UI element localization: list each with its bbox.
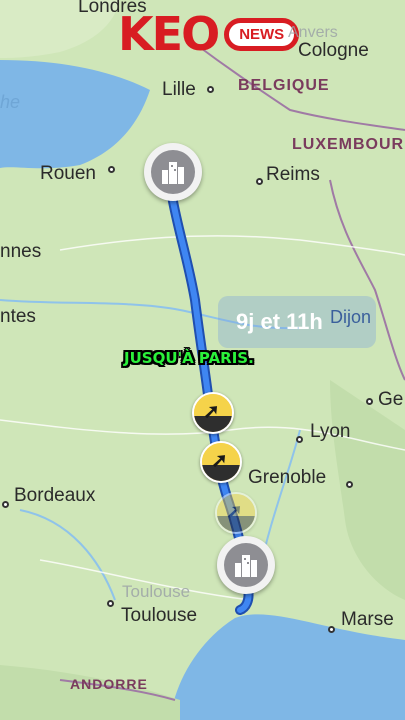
city-label-rennes: nnes	[0, 241, 42, 262]
city-label-marseille: Marse	[341, 609, 394, 630]
city-dot-toulouse	[107, 600, 114, 607]
city-label-toulouse-faint: Toulouse	[122, 582, 191, 601]
city-dot-reims	[256, 178, 263, 185]
city-label-londres: Londres	[78, 0, 147, 17]
city-label-reims: Reims	[266, 164, 320, 185]
city-label-dijon: Dijon	[330, 307, 372, 327]
city-label-geneve: Ge	[378, 389, 404, 410]
exit-arrow-icon[interactable]: ➚	[215, 492, 257, 534]
city-dot-bordeaux	[2, 501, 9, 508]
travel-time-text: 9j et 11h	[236, 309, 323, 334]
city-icon	[151, 150, 195, 194]
exit-arrow-icon[interactable]: ➚	[192, 392, 234, 434]
city-dot-rouen	[108, 166, 115, 173]
country-label-luxembourg: LUXEMBOUR	[292, 136, 405, 153]
city-dot-grenoble	[346, 481, 353, 488]
sea-label-manche: he	[0, 92, 21, 112]
country-label-belgique: BELGIQUE	[238, 77, 330, 94]
city-label-lille: Lille	[162, 79, 196, 100]
city-label-nantes: ntes	[0, 306, 36, 327]
country-label-andorre: ANDORRE	[70, 676, 148, 692]
city-label-bordeaux: Bordeaux	[14, 485, 96, 506]
exit-arrow-icon[interactable]: ➚	[200, 441, 242, 483]
route-start-pin[interactable]	[144, 143, 202, 201]
city-label-toulouse: Toulouse	[121, 605, 198, 626]
city-label-lyon: Lyon	[310, 421, 351, 442]
city-dot-lyon	[296, 436, 303, 443]
city-dot-marseille	[328, 626, 335, 633]
city-label-cologne: Cologne	[298, 40, 369, 61]
city-icon	[224, 543, 268, 587]
video-caption: JUSQU'À PARIS.	[124, 349, 254, 367]
city-label-rouen: Rouen	[40, 163, 96, 184]
city-dot-lille	[207, 86, 214, 93]
city-label-grenoble: Grenoble	[248, 467, 327, 488]
city-dot-geneve	[366, 398, 373, 405]
route-end-pin[interactable]	[217, 536, 275, 594]
